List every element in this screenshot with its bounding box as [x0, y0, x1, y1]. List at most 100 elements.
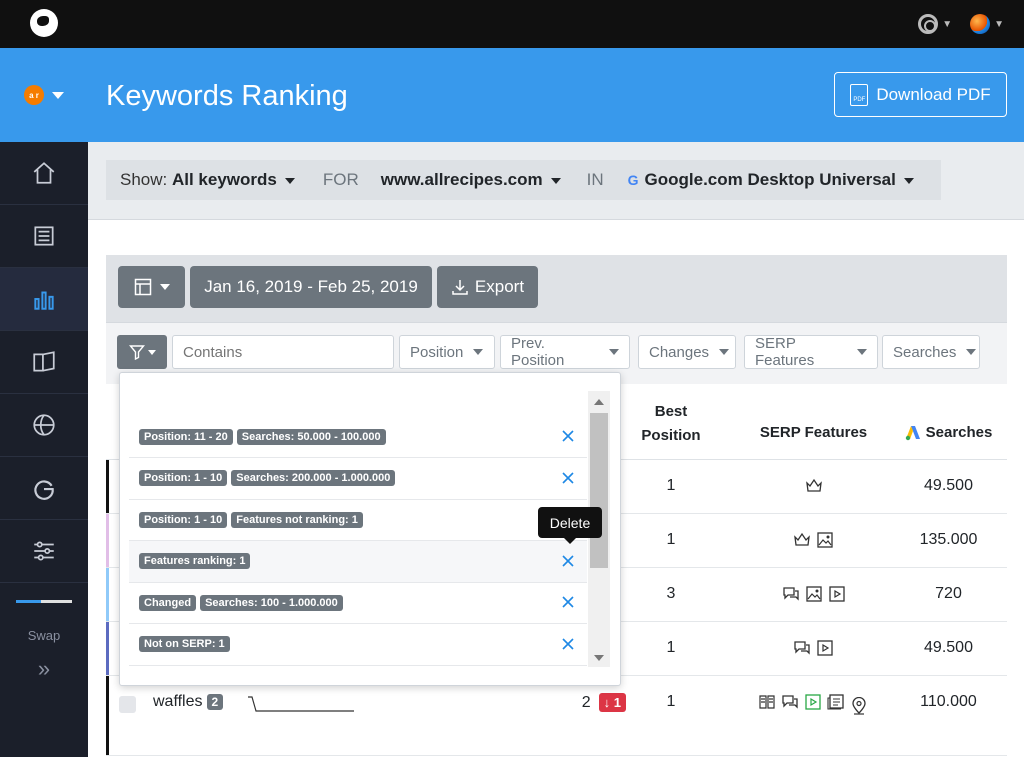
close-icon[interactable] — [560, 636, 576, 652]
scroll-thumb[interactable] — [590, 413, 608, 568]
saved-filter-item[interactable]: Position: 1 - 10 Searches: 200.000 - 1.00… — [129, 458, 587, 500]
chevron-down-icon — [147, 349, 156, 355]
filter-chip: Features not ranking: 1 — [231, 511, 363, 528]
show-value: All keywords — [171, 170, 277, 189]
best-header-line1: Best — [654, 403, 688, 420]
searches-cell: 135.000 — [919, 531, 978, 548]
domain-selector[interactable]: www.allrecipes.com — [381, 170, 561, 190]
layout-button[interactable] — [118, 266, 185, 308]
expand-sidebar-icon[interactable]: » — [0, 656, 88, 682]
chevron-down-icon — [903, 177, 914, 184]
crown-icon[interactable] — [805, 477, 823, 495]
searches-cell: 49.500 — [924, 639, 973, 656]
export-button[interactable]: Export — [437, 266, 538, 308]
image-icon[interactable] — [805, 585, 823, 603]
row-marker — [106, 460, 109, 513]
position-value: 2 — [581, 694, 591, 711]
chevron-down-icon — [159, 284, 170, 290]
globe-icon — [33, 414, 55, 436]
serp-features-cell — [746, 639, 881, 657]
scroll-up-icon[interactable] — [594, 399, 604, 405]
video-icon[interactable] — [816, 639, 834, 657]
filter-chip: Searches: 100 - 1.000.000 — [200, 594, 343, 611]
searches-filter[interactable]: Searches — [882, 335, 980, 369]
serp-features-cell — [758, 693, 868, 715]
book-icon[interactable] — [758, 693, 776, 711]
video-icon[interactable] — [804, 693, 822, 711]
domain-value: www.allrecipes.com — [380, 170, 543, 189]
help-menu[interactable]: ▼ — [918, 14, 952, 34]
funnel-icon — [128, 345, 145, 360]
chevron-down-icon — [609, 349, 619, 355]
position-filter[interactable]: Position — [399, 335, 495, 369]
row-marker — [106, 568, 109, 621]
table-row[interactable]: waffles 2 2 ↓ 1 1 110.000 — [106, 676, 1007, 756]
account-menu[interactable]: ▼ — [970, 14, 1004, 34]
saved-filter-item[interactable]: Position: 11 - 20 Searches: 50.000 - 100.… — [129, 416, 587, 458]
google-icon: G — [627, 172, 639, 188]
swap-progress-fill — [16, 600, 42, 603]
serp-features-header[interactable]: SERP Features — [746, 424, 881, 441]
keyword-cell[interactable]: waffles 2 — [153, 693, 224, 711]
best-position-cell: 1 — [666, 693, 676, 710]
row-checkbox[interactable] — [119, 696, 136, 713]
home-icon — [33, 162, 55, 184]
sidebar-item-rankings[interactable] — [0, 268, 88, 331]
position-change-badge: ↓ 1 — [598, 693, 626, 712]
scroll-down-icon[interactable] — [594, 655, 604, 661]
searches-header[interactable]: Searches — [896, 424, 1001, 441]
searches-cell: 720 — [935, 585, 962, 602]
show-selector[interactable]: Show: All keywords — [120, 170, 295, 190]
sidebar-item-google[interactable] — [0, 457, 88, 520]
review-icon[interactable] — [782, 585, 800, 603]
review-icon[interactable] — [781, 693, 799, 711]
best-position-header[interactable]: Best Position — [626, 400, 716, 448]
close-icon[interactable] — [560, 553, 576, 569]
sidebar-item-pages[interactable] — [0, 331, 88, 394]
close-icon[interactable] — [560, 470, 576, 486]
app-logo-icon[interactable] — [30, 9, 58, 37]
download-pdf-label: Download PDF — [876, 84, 991, 104]
sidebar-item-settings[interactable] — [0, 520, 88, 583]
filter-chip: Changed — [139, 594, 197, 611]
contains-input[interactable] — [172, 335, 394, 369]
layout-icon — [134, 278, 151, 296]
review-icon[interactable] — [793, 639, 811, 657]
prev-position-filter[interactable]: Prev. Position — [500, 335, 630, 369]
saved-filter-item[interactable]: Not on SERP: 1 — [129, 624, 587, 666]
top-bar: ▼ ▼ — [0, 0, 1024, 48]
download-pdf-button[interactable]: PDF Download PDF — [834, 72, 1007, 117]
date-range-button[interactable]: Jan 16, 2019 - Feb 25, 2019 — [190, 266, 432, 308]
engine-selector[interactable]: G Google.com Desktop Universal — [628, 170, 914, 190]
swap-progress-bar — [16, 600, 72, 603]
chevron-down-icon — [52, 91, 64, 99]
searches-cell: 110.000 — [920, 693, 977, 710]
saved-filters-button[interactable] — [117, 335, 167, 369]
news-icon[interactable] — [827, 693, 845, 711]
close-icon[interactable] — [560, 428, 576, 444]
project-badge: a r — [24, 85, 44, 105]
top-right-controls: ▼ ▼ — [918, 14, 1004, 34]
video-icon[interactable] — [828, 585, 846, 603]
map-pin-icon[interactable] — [850, 697, 868, 715]
close-icon[interactable] — [560, 594, 576, 610]
keyword-text: waffles — [153, 693, 203, 710]
download-icon — [452, 280, 468, 295]
image-icon[interactable] — [816, 531, 834, 549]
chevron-down-icon — [966, 349, 977, 355]
crown-icon[interactable] — [793, 531, 811, 549]
serp-features-filter[interactable]: SERP Features — [744, 335, 878, 369]
saved-filter-item[interactable]: Features ranking: 1 — [129, 540, 587, 583]
filter-chip: Searches: 200.000 - 1.000.000 — [231, 470, 396, 486]
project-switcher[interactable]: a r — [0, 48, 88, 142]
delete-tooltip: Delete — [538, 507, 602, 544]
sidebar-item-reports[interactable] — [0, 205, 88, 268]
changes-filter-label: Changes — [649, 343, 710, 361]
saved-filter-item[interactable]: Position: 1 - 10 Features not ranking: 1 — [129, 499, 587, 541]
changes-filter[interactable]: Changes — [638, 335, 736, 369]
saved-filter-item[interactable]: Changed Searches: 100 - 1.000.000 — [129, 582, 587, 624]
searches-filter-label: Searches — [893, 343, 957, 361]
sidebar-item-home[interactable] — [0, 142, 88, 205]
sidebar-item-analytics[interactable] — [0, 394, 88, 457]
page-header: Keywords Ranking PDF Download PDF — [88, 48, 1024, 142]
